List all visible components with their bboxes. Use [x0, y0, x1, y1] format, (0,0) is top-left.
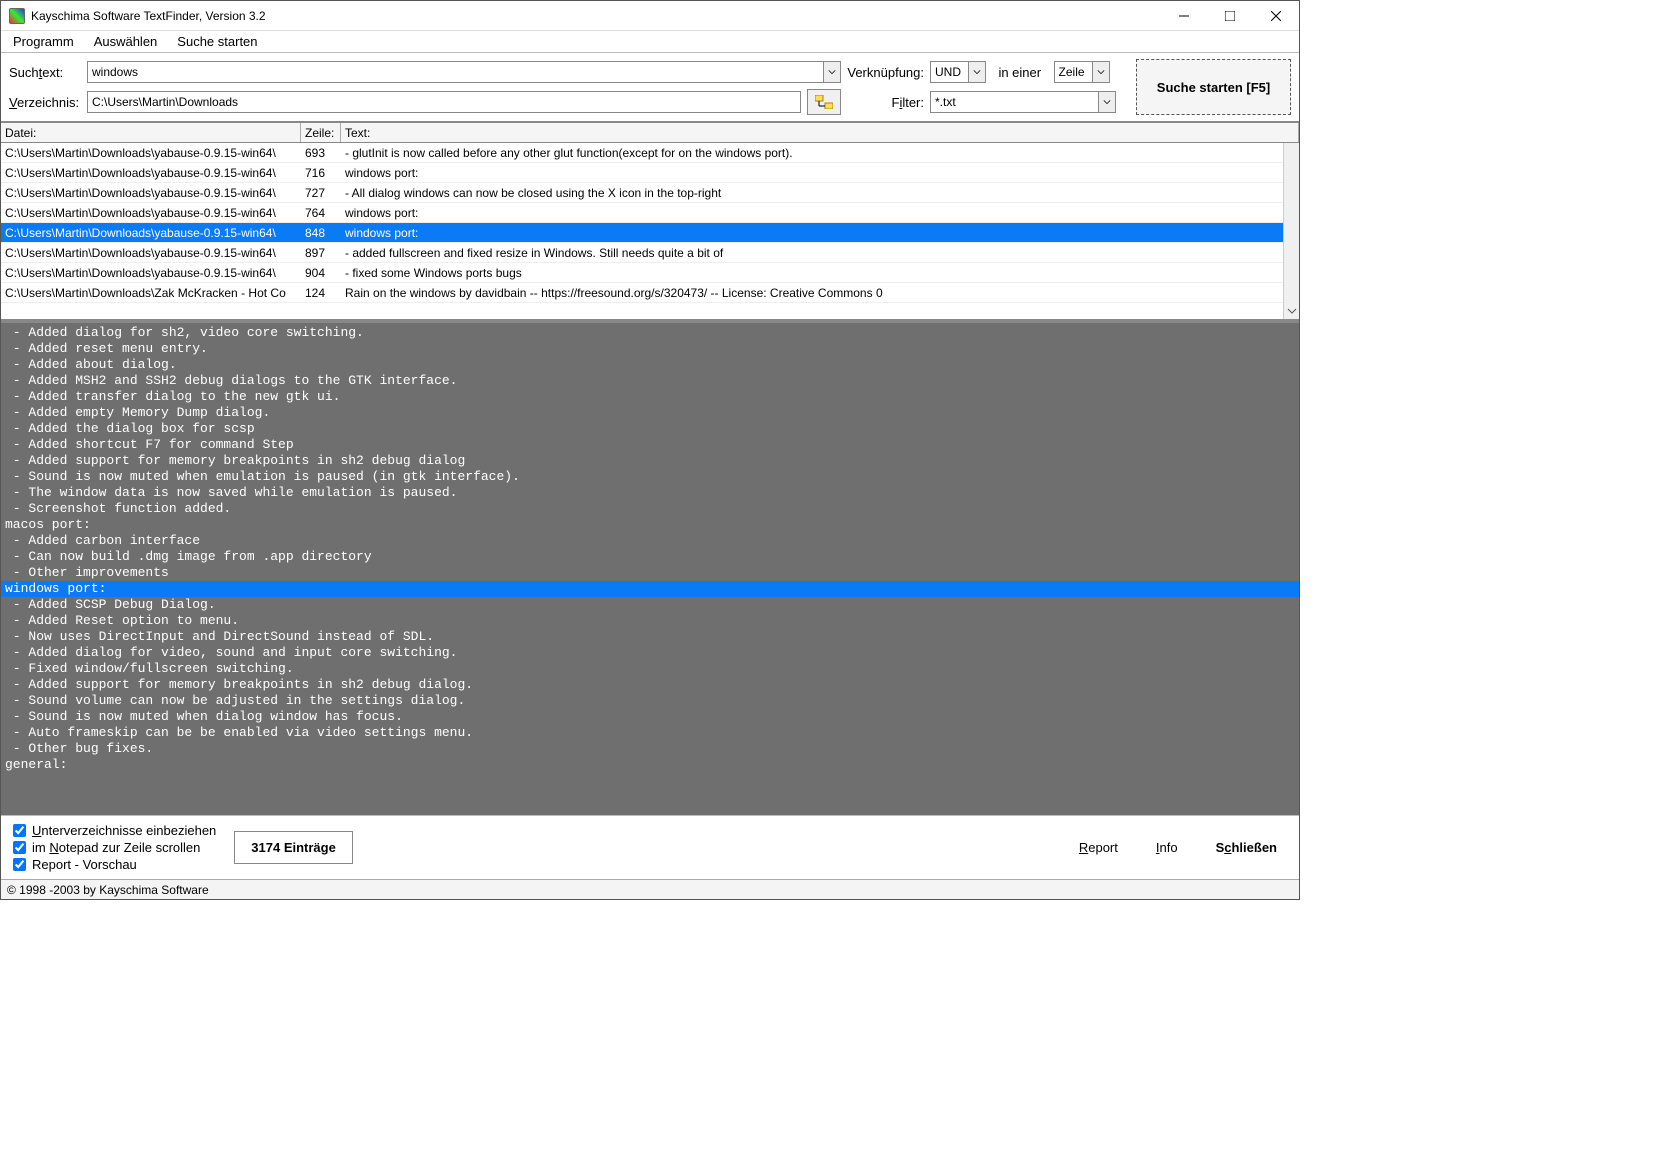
preview-line: - Can now build .dmg image from .app dir…: [5, 549, 372, 564]
close-app-button[interactable]: Schließen: [1206, 836, 1287, 859]
check-report[interactable]: Report - Vorschau: [13, 857, 216, 872]
preview-line: - Screenshot function added.: [5, 501, 231, 516]
maximize-button[interactable]: [1207, 1, 1253, 30]
preview-line: - Added support for memory breakpoints i…: [5, 453, 465, 468]
preview-pane: - Added dialog for sh2, video core switc…: [1, 321, 1299, 815]
table-header: Datei: Zeile: Text:: [1, 123, 1299, 143]
preview-line: - Added dialog for sh2, video core switc…: [5, 325, 364, 340]
table-row[interactable]: C:\Users\Martin\Downloads\Zak McKracken …: [1, 283, 1299, 303]
search-text-input[interactable]: [87, 61, 823, 83]
preview-line: general:: [5, 757, 67, 772]
folder-tree-icon: [815, 95, 833, 109]
report-button[interactable]: Report: [1069, 836, 1128, 859]
label-filter: Filter:: [847, 95, 924, 110]
preview-line: - Added empty Memory Dump dialog.: [5, 405, 270, 420]
table-row[interactable]: C:\Users\Martin\Downloads\yabause-0.9.15…: [1, 203, 1299, 223]
browse-folder-button[interactable]: [807, 89, 841, 115]
check-notepad[interactable]: im Notepad zur Zeile scrollen: [13, 840, 216, 855]
check-subdirs-label: nterverzeichnisse einbeziehen: [41, 823, 216, 838]
preview-line: macos port:: [5, 517, 91, 532]
label-suchtext: Suchtext:: [9, 65, 81, 80]
preview-line: - Added the dialog box for scsp: [5, 421, 255, 436]
entry-count: 3174 Einträge: [234, 831, 353, 864]
filter-dropdown[interactable]: [1098, 91, 1116, 113]
label-ineiner: in einer: [998, 65, 1047, 80]
preview-line: - The window data is now saved while emu…: [5, 485, 457, 500]
preview-line: - Fixed window/fullscreen switching.: [5, 661, 294, 676]
results-table: Datei: Zeile: Text: C:\Users\Martin\Down…: [1, 121, 1299, 321]
minimize-button[interactable]: [1161, 1, 1207, 30]
table-row[interactable]: C:\Users\Martin\Downloads\yabause-0.9.15…: [1, 263, 1299, 283]
label-verknuepfung: Verknüpfung:: [847, 65, 924, 80]
preview-line: - Now uses DirectInput and DirectSound i…: [5, 629, 434, 644]
logic-combo-dropdown[interactable]: [968, 61, 986, 83]
preview-line: - Auto frameskip can be be enabled via v…: [5, 725, 473, 740]
preview-line: - Added carbon interface: [5, 533, 200, 548]
check-report-label: Report - Vorschau: [32, 857, 137, 872]
preview-line: - Added support for memory breakpoints i…: [5, 677, 473, 692]
preview-line: - Added about dialog.: [5, 357, 177, 372]
search-text-dropdown[interactable]: [823, 61, 841, 83]
preview-line: - Other improvements: [5, 565, 169, 580]
label-verzeichnis: Verzeichnis:: [9, 95, 81, 110]
filter-input[interactable]: [930, 91, 1098, 113]
scope-combo-dropdown[interactable]: [1092, 61, 1110, 83]
table-row[interactable]: C:\Users\Martin\Downloads\yabause-0.9.15…: [1, 243, 1299, 263]
menu-bar: Programm Auswählen Suche starten: [1, 31, 1299, 53]
directory-input[interactable]: [87, 91, 801, 113]
preview-line: windows port:: [1, 581, 1299, 597]
col-text[interactable]: Text:: [341, 123, 1299, 142]
col-datei[interactable]: Datei:: [1, 123, 301, 142]
window-title: Kayschima Software TextFinder, Version 3…: [31, 9, 1161, 23]
app-icon: [9, 8, 25, 24]
preview-line: - Sound is now muted when dialog window …: [5, 709, 403, 724]
preview-line: - Sound volume can now be adjusted in th…: [5, 693, 465, 708]
title-bar: Kayschima Software TextFinder, Version 3…: [1, 1, 1299, 31]
start-search-button[interactable]: Suche starten [F5]: [1136, 59, 1291, 115]
status-text: © 1998 -2003 by Kayschima Software: [7, 883, 209, 897]
menu-suche-starten[interactable]: Suche starten: [169, 32, 265, 51]
results-scrollbar[interactable]: [1283, 143, 1299, 319]
table-row[interactable]: C:\Users\Martin\Downloads\yabause-0.9.15…: [1, 183, 1299, 203]
menu-programm[interactable]: Programm: [5, 32, 82, 51]
preview-line: - Added dialog for video, sound and inpu…: [5, 645, 457, 660]
logic-combo[interactable]: [930, 61, 968, 83]
status-bar: © 1998 -2003 by Kayschima Software: [1, 879, 1299, 899]
table-row[interactable]: C:\Users\Martin\Downloads\yabause-0.9.15…: [1, 163, 1299, 183]
preview-line: - Added shortcut F7 for command Step: [5, 437, 294, 452]
preview-line: - Added SCSP Debug Dialog.: [5, 597, 216, 612]
info-button[interactable]: Info: [1146, 836, 1188, 859]
menu-auswaehlen[interactable]: Auswählen: [86, 32, 166, 51]
check-subdirs[interactable]: Unterverzeichnisse einbeziehen: [13, 823, 216, 838]
preview-line: - Added Reset option to menu.: [5, 613, 239, 628]
preview-line: - Sound is now muted when emulation is p…: [5, 469, 520, 484]
table-row[interactable]: C:\Users\Martin\Downloads\yabause-0.9.15…: [1, 143, 1299, 163]
preview-line: - Added transfer dialog to the new gtk u…: [5, 389, 340, 404]
check-notepad-label: otepad zur Zeile scrollen: [59, 840, 201, 855]
table-row[interactable]: C:\Users\Martin\Downloads\yabause-0.9.15…: [1, 223, 1299, 243]
scroll-down-icon[interactable]: [1284, 303, 1299, 319]
preview-line: - Added MSH2 and SSH2 debug dialogs to t…: [5, 373, 457, 388]
scope-combo[interactable]: [1054, 61, 1092, 83]
close-button[interactable]: [1253, 1, 1299, 30]
preview-line: - Added reset menu entry.: [5, 341, 208, 356]
preview-line: - Other bug fixes.: [5, 741, 153, 756]
col-zeile[interactable]: Zeile:: [301, 123, 341, 142]
